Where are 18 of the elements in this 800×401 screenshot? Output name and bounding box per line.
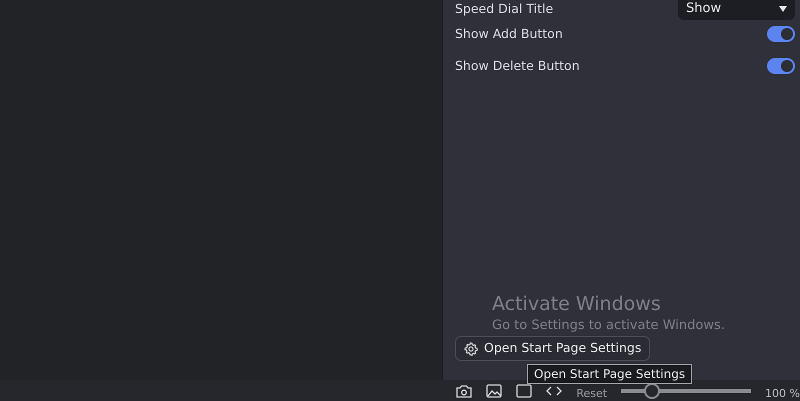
zoom-level: 100 %: [765, 387, 800, 400]
window-icon[interactable]: [516, 384, 532, 398]
setting-label: Show Add Button: [455, 24, 563, 43]
caret-icon: [779, 6, 787, 12]
notice-title: Activate Windows: [492, 292, 662, 316]
reset-button[interactable]: Reset: [576, 387, 608, 400]
setting-label: Show Delete Button: [455, 56, 580, 75]
settings-button[interactable]: Open Start Page Settings: [455, 336, 650, 361]
notice-message: Go to Settings to activate Windows.: [492, 317, 725, 335]
code-icon[interactable]: [546, 384, 562, 398]
tooltip: Open Start Page Settings: [527, 364, 692, 384]
camera-icon[interactable]: [456, 384, 472, 398]
settings-icon: [464, 342, 478, 356]
toggle-switch[interactable]: [767, 26, 795, 42]
dropdown-select[interactable]: Show: [678, 0, 795, 20]
setting-label: Speed Dial Title: [455, 0, 554, 18]
toggle-switch[interactable]: [767, 58, 795, 74]
image-icon[interactable]: [486, 384, 502, 398]
